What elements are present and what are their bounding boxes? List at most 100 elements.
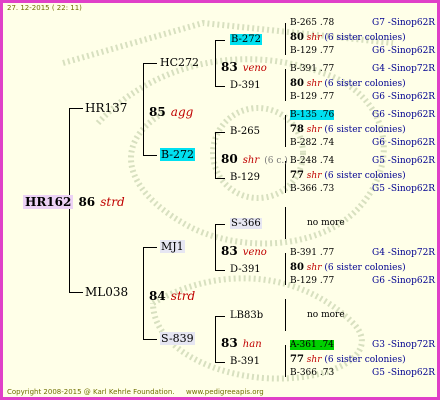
gen4-link[interactable]: G5 -Sinop62R: [372, 368, 435, 378]
gen3-d1[interactable]: LB83b: [230, 310, 263, 321]
gen4-row[interactable]: B-248 .74: [290, 156, 334, 166]
connector: [143, 155, 157, 156]
connector: [285, 69, 286, 101]
gen4-row[interactable]: A-361 .74: [290, 340, 334, 350]
gen4-row[interactable]: B-129 .77: [290, 46, 334, 56]
gen4-link[interactable]: G3 -Sinop72R: [372, 340, 435, 350]
gen4-summary: 80 shr (6 sister colonies): [290, 78, 406, 89]
gen4-row[interactable]: B-129 .77: [290, 276, 334, 286]
gen3-c2[interactable]: D-391: [230, 264, 261, 275]
connector: [215, 362, 225, 363]
gen4-summary: 78 shr (6 sister colonies): [290, 124, 406, 135]
connector: [143, 63, 144, 155]
root-score: 86: [78, 195, 96, 209]
gen3-b1[interactable]: B-265: [230, 126, 260, 137]
gen4-summary: 77 shr (6 sister colonies): [290, 354, 406, 365]
connector: [215, 40, 225, 41]
gen3-d2[interactable]: B-391: [230, 356, 260, 367]
gen3-c1[interactable]: S-366: [230, 218, 262, 229]
gen2-a-rating: 83 veno: [221, 56, 267, 75]
gen2-a-name[interactable]: HC272: [160, 56, 199, 69]
gen4-summary: 77 shr (6 sister colonies): [290, 170, 406, 181]
connector: [215, 132, 225, 133]
connector: [215, 86, 225, 87]
connector: [285, 23, 286, 55]
gen2-d-line: han: [242, 339, 262, 350]
root-name[interactable]: HR162: [23, 195, 74, 209]
connector: [285, 299, 286, 331]
gen4-row[interactable]: B-129 .77: [290, 92, 334, 102]
root-line: strd: [100, 195, 125, 209]
root-node[interactable]: HR162 86 strd: [23, 191, 125, 210]
connector: [215, 316, 225, 317]
gen4-summary: 80 shr (6 sister colonies): [290, 262, 406, 273]
gen4-summary: 80 shr (6 sister colonies): [290, 32, 406, 43]
connector: [215, 132, 216, 178]
connector: [143, 247, 157, 248]
gen2-c-rating: 83 veno: [221, 240, 267, 259]
connector: [69, 292, 83, 293]
gen4-row[interactable]: B-366 .73: [290, 184, 334, 194]
gen2-b-score: 80: [221, 152, 238, 166]
gen1-bottom-score: 84: [149, 289, 166, 303]
gen1-top-line: agg: [170, 105, 194, 119]
gen2-b-line: shr: [242, 155, 260, 166]
gen2-a-score: 83: [221, 60, 238, 74]
gen3-a1[interactable]: B-272: [230, 34, 262, 45]
gen3-b2[interactable]: B-129: [230, 172, 260, 183]
gen2-a-line: veno: [242, 63, 267, 74]
gen4-link[interactable]: G5 -Sinop62R: [372, 156, 435, 166]
timestamp: 27. 12-2015 ( 22: 11): [7, 4, 82, 12]
gen4-link[interactable]: G6 -Sinop62R: [372, 110, 435, 120]
gen2-b-note: (6 c.): [264, 156, 288, 166]
connector: [285, 253, 286, 285]
connector: [215, 40, 216, 86]
connector: [143, 339, 157, 340]
connector: [215, 178, 225, 179]
website-link[interactable]: www.pedigreeapis.org: [186, 388, 264, 396]
gen1-top-name[interactable]: HR137: [85, 101, 127, 115]
gen4-row[interactable]: B-391 .77: [290, 64, 334, 74]
gen4-row[interactable]: B-135 .76: [290, 110, 335, 120]
connector: [215, 224, 225, 225]
no-more-label: no more: [307, 310, 345, 320]
pedigree-frame: 27. 12-2015 ( 22: 11) Copyright 2008-201…: [0, 0, 440, 400]
gen4-row[interactable]: B-282 .74: [290, 138, 334, 148]
connector: [69, 108, 83, 109]
gen4-link[interactable]: G6 -Sinop62R: [372, 276, 435, 286]
no-more-label: no more: [307, 218, 345, 228]
gen4-row[interactable]: B-265 .78: [290, 18, 334, 28]
gen4-link[interactable]: G6 -Sinop62R: [372, 46, 435, 56]
gen4-link[interactable]: G6 -Sinop62R: [372, 92, 435, 102]
gen1-bottom-name[interactable]: ML038: [85, 285, 128, 299]
gen4-link[interactable]: G5 -Sinop62R: [372, 184, 435, 194]
gen4-row[interactable]: B-391 .77: [290, 248, 334, 258]
gen2-d-score: 83: [221, 336, 238, 350]
gen4-link[interactable]: G4 -Sinop72R: [372, 248, 435, 258]
gen4-link[interactable]: G7 -Sinop62R: [372, 18, 435, 28]
gen1-top-score: 85: [149, 105, 166, 119]
gen2-b-name[interactable]: B-272: [160, 148, 195, 161]
gen4-row[interactable]: B-366 .73: [290, 368, 334, 378]
gen4-link[interactable]: G4 -Sinop72R: [372, 64, 435, 74]
gen2-c-line: veno: [242, 247, 267, 258]
gen1-bottom-line: strd: [170, 289, 196, 303]
connector: [143, 247, 144, 339]
connector: [215, 316, 216, 362]
gen1-bottom-rating: 84 strd: [149, 285, 195, 304]
gen1-top-rating: 85 agg: [149, 101, 193, 120]
gen2-d-name[interactable]: S-839: [160, 332, 195, 345]
connector: [143, 63, 157, 64]
gen2-c-score: 83: [221, 244, 238, 258]
gen4-link[interactable]: G6 -Sinop62R: [372, 138, 435, 148]
connector: [285, 345, 286, 377]
gen2-d-rating: 83 han: [221, 332, 262, 351]
connector: [215, 224, 216, 270]
gen2-c-name[interactable]: MJ1: [160, 240, 185, 253]
gen2-b-rating: 80 shr (6 c.): [221, 148, 288, 167]
connector: [215, 270, 225, 271]
connector: [285, 115, 286, 147]
copyright-text: Copyright 2008-2015 @ Karl Kehrle Founda…: [7, 388, 175, 396]
connector: [285, 207, 286, 239]
gen3-a2[interactable]: D-391: [230, 80, 261, 91]
